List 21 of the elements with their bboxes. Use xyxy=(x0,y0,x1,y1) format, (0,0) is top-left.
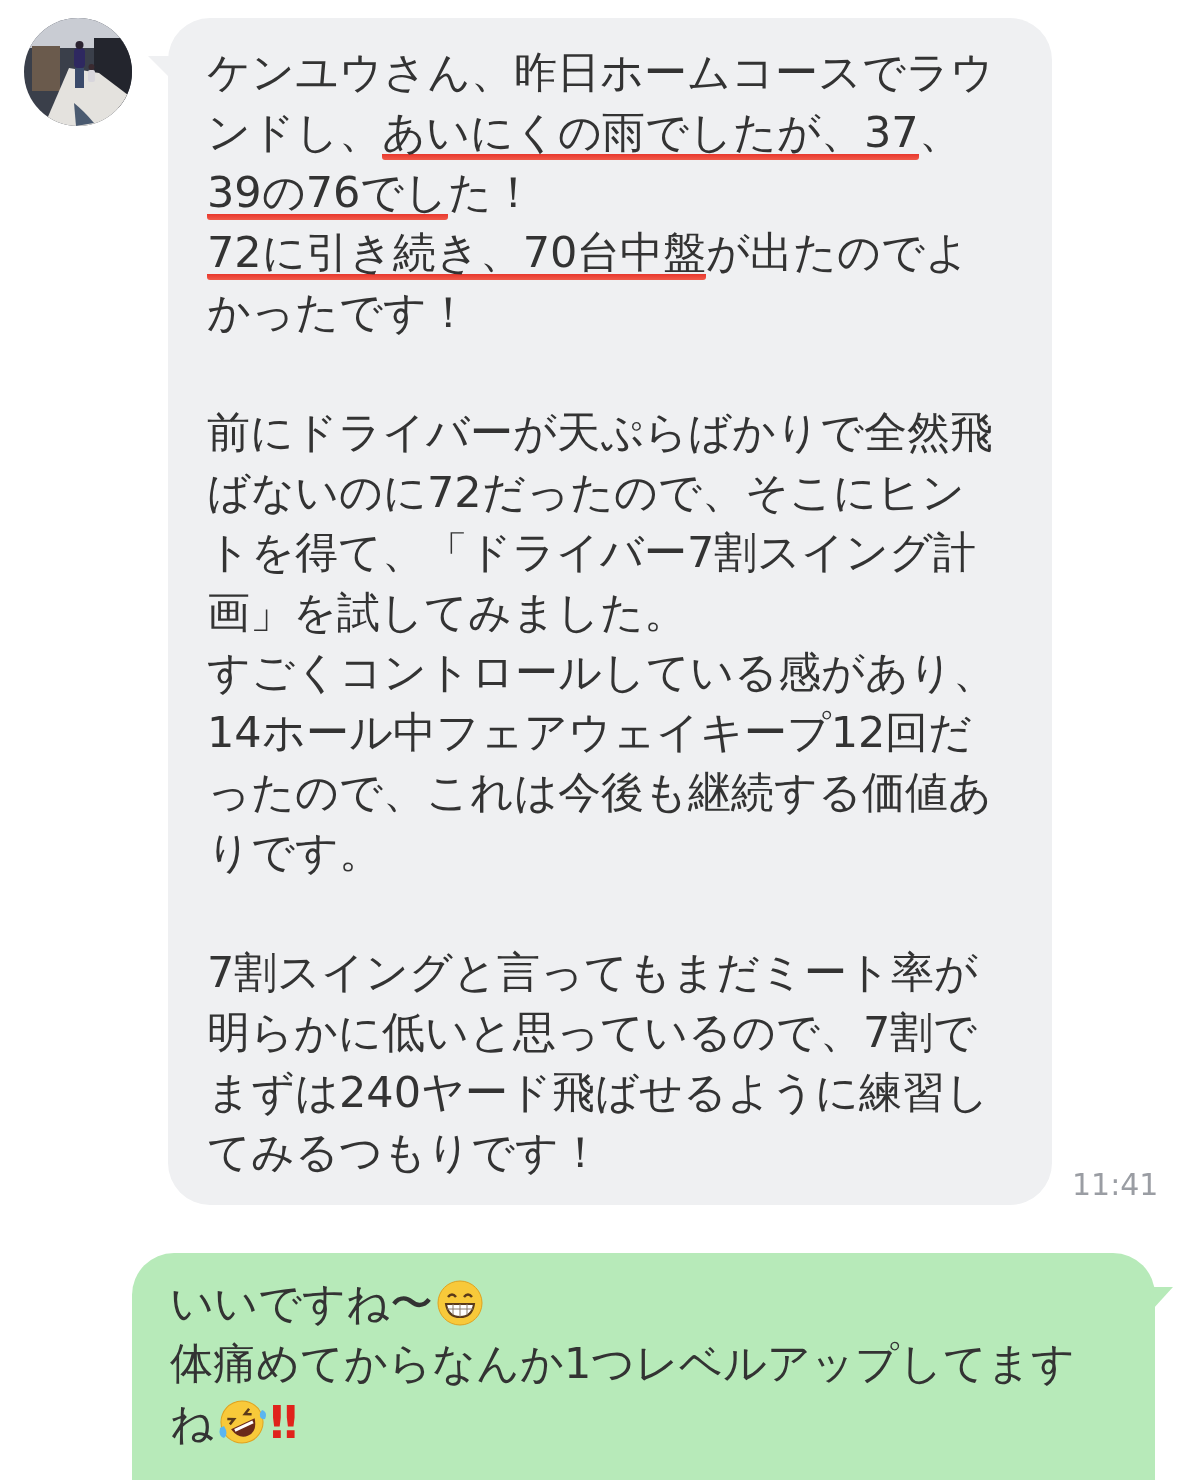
message-text: てみるつもりです！ xyxy=(207,1127,602,1177)
message-text: 前にドライバーが天ぷらばかりで全然飛 xyxy=(207,407,993,457)
message-text: ったので、これは今後も継続する価値あ xyxy=(207,767,992,817)
exclamation-mark: ‼ xyxy=(270,1397,298,1448)
laughing-face-icon xyxy=(218,1398,266,1446)
message-text: いいですね〜 xyxy=(170,1278,433,1328)
message-text: 画」を試してみました。 xyxy=(207,587,687,637)
message-text: 7割スイングと言ってもまだミート率が xyxy=(207,947,979,997)
message-text: すごくコントロールしている感があり、 xyxy=(207,647,996,697)
message-text: 明らかに低いと思っているので、7割で xyxy=(207,1007,978,1057)
message-text: かったです！ xyxy=(207,287,470,337)
message-text: りです。 xyxy=(207,827,382,877)
message-text: ばないのに72だったので、そこにヒン xyxy=(207,467,965,517)
message-text: まずは240ヤード飛ばせるように練習し xyxy=(207,1067,990,1117)
message-text: 体痛めてからなんか1つレベルアップしてます xyxy=(170,1338,1076,1388)
timestamp: 11:41 xyxy=(1072,1167,1159,1203)
message-text: 14ホール中フェアウェイキープ12回だ xyxy=(207,707,973,757)
grinning-face-icon xyxy=(437,1280,483,1326)
message-text: トを得て、「ドライバー7割スイング計 xyxy=(207,527,977,577)
message-text: ね xyxy=(170,1398,214,1448)
message-text: ケンユウさん、昨日ホームコースでラウ xyxy=(207,47,994,97)
